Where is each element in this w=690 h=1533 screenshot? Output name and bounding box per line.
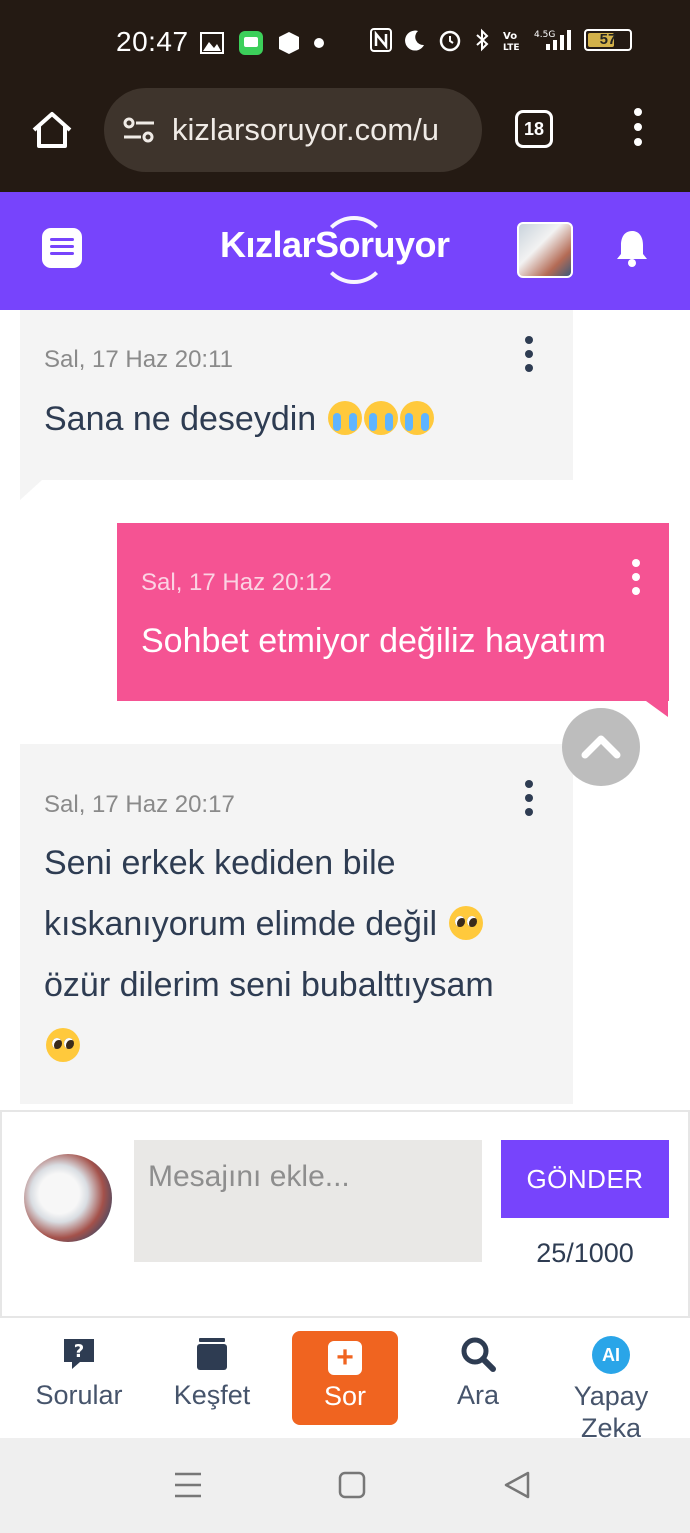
bottom-navigation: ? Sorular Keşfet + Sor Ara AI Yapay Zeka: [0, 1318, 690, 1438]
message-timestamp: Sal, 17 Haz 20:17: [44, 791, 235, 818]
home-nav-icon[interactable]: [338, 1470, 366, 1500]
status-bar: 20:47 Vo LTE 4.5G 57: [0, 0, 690, 88]
ai-icon: AI: [592, 1336, 630, 1374]
search-icon: [461, 1337, 496, 1372]
signal-icon: 4.5G: [534, 30, 571, 50]
bluetooth-icon: [476, 28, 489, 52]
bell-icon[interactable]: [614, 228, 650, 268]
loudly-crying-emoji-icon: [363, 401, 398, 435]
pleading-face-emoji-icon: [46, 1028, 80, 1062]
hamburger-menu-icon[interactable]: [42, 228, 82, 268]
message-text: Sana ne deseydin: [44, 389, 434, 450]
message-thread[interactable]: Sal, 17 Haz 20:11 Sana ne deseydin Sal, …: [0, 310, 690, 1110]
bubble-tail: [20, 480, 42, 500]
message-input[interactable]: [134, 1140, 482, 1262]
loudly-crying-emoji-icon: [327, 401, 362, 435]
message-options-icon[interactable]: [525, 780, 535, 822]
svg-text:LTE: LTE: [503, 43, 520, 52]
browser-menu-icon[interactable]: [628, 108, 648, 152]
svg-text:Vo: Vo: [503, 31, 517, 42]
user-avatar: [24, 1154, 112, 1242]
pleading-face-emoji-icon: [448, 906, 483, 940]
messages-icon: [239, 31, 263, 55]
profile-avatar[interactable]: [517, 222, 573, 278]
nav-sor-button[interactable]: + Sor: [292, 1331, 398, 1425]
message-options-icon[interactable]: [632, 559, 642, 601]
address-bar[interactable]: kizlarsoruyor.com/u: [104, 88, 482, 172]
tab-switcher-button[interactable]: 18: [515, 110, 553, 148]
svg-text:?: ?: [74, 1341, 84, 1362]
message-timestamp: Sal, 17 Haz 20:11: [44, 346, 234, 373]
scroll-to-top-button[interactable]: [562, 708, 640, 786]
nav-ara[interactable]: Ara: [418, 1336, 538, 1411]
app-header: KızlarSoruyor: [0, 192, 690, 310]
back-icon[interactable]: [502, 1470, 532, 1500]
battery-icon: 57: [584, 29, 632, 51]
home-icon[interactable]: [30, 108, 74, 152]
system-icons: Vo LTE 4.5G 57: [370, 28, 632, 52]
loudly-crying-emoji-icon: [399, 401, 434, 435]
box-icon: [279, 32, 299, 54]
nav-yapay-zeka[interactable]: AI Yapay Zeka: [551, 1336, 671, 1438]
plus-icon: +: [328, 1341, 362, 1375]
url-text[interactable]: kizlarsoruyor.com/u: [172, 112, 468, 148]
nav-sorular[interactable]: ? Sorular: [19, 1336, 139, 1411]
nfc-icon: [370, 28, 392, 52]
site-logo[interactable]: KızlarSoruyor: [220, 224, 450, 266]
bubble-tail: [646, 701, 668, 717]
moon-icon: [405, 30, 424, 51]
message-text: Seni erkek kediden bile kıskanıyorum eli…: [44, 833, 564, 1077]
recent-apps-icon[interactable]: [172, 1470, 204, 1500]
svg-text:4.5G: 4.5G: [534, 30, 555, 40]
message-composer: GÖNDER 25/1000: [0, 1110, 690, 1318]
system-navigation-bar: [0, 1438, 690, 1533]
send-button[interactable]: GÖNDER: [501, 1140, 669, 1218]
message-text: Sohbet etmiyor değiliz hayatım: [141, 622, 606, 660]
message-incoming: Sal, 17 Haz 20:17 Seni erkek kediden bil…: [20, 744, 573, 1104]
gallery-icon: [200, 32, 224, 54]
message-options-icon[interactable]: [525, 336, 535, 378]
message-incoming: Sal, 17 Haz 20:11 Sana ne deseydin: [20, 310, 573, 480]
character-counter: 25/1000: [536, 1238, 634, 1268]
nav-kesfet[interactable]: Keşfet: [152, 1336, 272, 1411]
alarm-icon: [439, 30, 461, 52]
dot-icon: [314, 38, 324, 48]
cards-icon: [197, 1338, 227, 1370]
question-bubble-icon: ?: [64, 1339, 94, 1369]
status-time: 20:47: [116, 26, 189, 57]
site-settings-icon[interactable]: [122, 116, 156, 144]
chevron-up-icon: [581, 735, 621, 759]
notification-icons: [200, 30, 324, 56]
message-timestamp: Sal, 17 Haz 20:12: [141, 569, 332, 596]
message-outgoing: Sal, 17 Haz 20:12 Sohbet etmiyor değiliz…: [117, 523, 669, 701]
browser-toolbar: kizlarsoruyor.com/u 18: [0, 88, 690, 192]
volte-icon: VoLTE: [503, 31, 520, 52]
